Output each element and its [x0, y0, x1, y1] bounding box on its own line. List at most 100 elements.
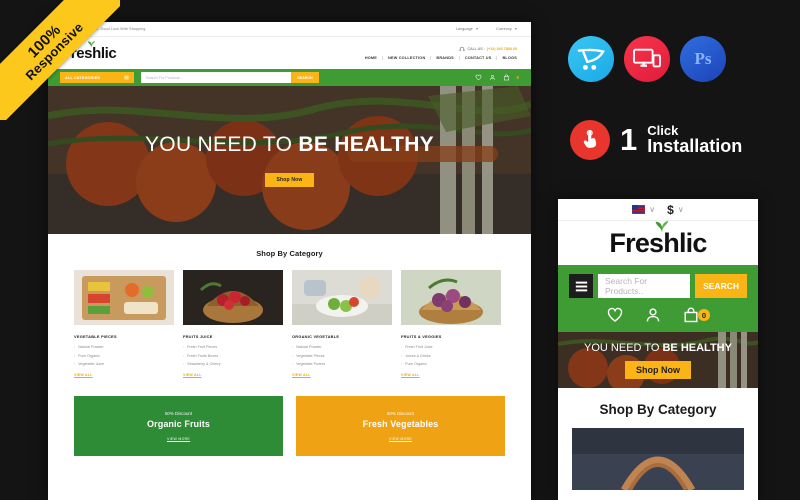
mobile-search-section: Search For Products.. SEARCH 0 [558, 265, 758, 332]
desktop-search-bar: ALL CATEGORIES Search For Products... SE… [48, 69, 531, 86]
mobile-search-button[interactable]: SEARCH [695, 274, 747, 298]
hero-banner: YOU NEED TO BE HEALTHY Shop Now [48, 86, 531, 234]
grid-menu-icon [124, 75, 129, 80]
chevron-right-icon: › [401, 353, 403, 358]
category-list-item[interactable]: › Fresh Fruit Pieces [183, 345, 283, 349]
hero-shop-now-button[interactable]: Shop Now [265, 173, 314, 187]
nav-item-brands[interactable]: BRANDS [431, 56, 460, 60]
view-all-link[interactable]: VIEW ALL [183, 373, 283, 377]
chevron-right-icon: › [74, 353, 76, 358]
user-icon[interactable] [644, 306, 662, 324]
category-item-label: Vegetable Juice [78, 362, 105, 366]
view-all-link[interactable]: VIEW ALL [74, 373, 174, 377]
berry-basket-image [183, 270, 283, 325]
salad-prep-image [292, 270, 392, 325]
hero-title-thin: YOU NEED TO [584, 341, 660, 354]
chevron-right-icon: › [183, 345, 185, 349]
all-categories-label: ALL CATEGORIES [65, 75, 101, 80]
promo-banner-organic-fruits[interactable]: 50% Discount Organic Fruits VIEW MORE [74, 396, 283, 456]
one-click-installation: 1 Click Installation [570, 120, 742, 160]
promo-discount: 60% Discount [386, 411, 415, 416]
nav-item-new-collection[interactable]: NEW COLLECTION [383, 56, 432, 60]
chevron-right-icon: › [292, 345, 294, 349]
category-image[interactable] [183, 270, 283, 325]
category-item-label: Natural Powder [296, 345, 322, 349]
mobile-preview: ∨ $ ∨ Freshlic Search For Products.. SEA… [558, 199, 758, 500]
category-list-item[interactable]: › Juices & Drinks [401, 354, 501, 358]
bag-icon[interactable] [503, 74, 510, 81]
fruit-basket-image [401, 270, 501, 325]
category-list-item[interactable]: › Pure Organic [74, 354, 174, 358]
nav-item-blogs[interactable]: BLOGS [497, 56, 517, 60]
language-selector[interactable]: Language ▾ [456, 27, 478, 31]
responsive-devices-icon [633, 48, 661, 68]
chevron-right-icon: › [183, 362, 185, 366]
nav-item-contact-us[interactable]: CONTACT US [460, 56, 498, 60]
responsive-badge [624, 36, 670, 82]
category-image[interactable] [292, 270, 392, 325]
category-column: FRUITS & VEGGIES › Fresh Fruit Juice › Jui… [401, 270, 501, 377]
category-item-label: Strawberry & Cherry [187, 362, 221, 366]
category-item-label: Juices & Drinks [405, 353, 431, 358]
category-item-label: Vegetable Pieces [296, 353, 325, 358]
mobile-hero-banner: YOU NEED TO BE HEALTHY Shop Now [558, 332, 758, 388]
category-list-item[interactable]: › Vegetable Purees [292, 362, 392, 366]
hero-title: YOU NEED TO BE HEALTHY [145, 133, 434, 157]
feature-badges: Ps [568, 36, 726, 82]
chevron-right-icon: › [292, 353, 294, 358]
mobile-language-selector[interactable]: ∨ [632, 205, 655, 214]
category-list-item[interactable]: › Vegetable Pieces [292, 354, 392, 358]
hero-title: YOU NEED TO BE HEALTHY [584, 342, 732, 354]
category-list-item[interactable]: › Strawberry & Cherry [183, 362, 283, 366]
category-image[interactable] [401, 270, 501, 325]
call-us-label: CALL US : [467, 47, 485, 51]
category-heading: FRUITS JUICE [183, 334, 213, 339]
category-list-item[interactable]: › Fresh Fruits Boxes [183, 354, 283, 358]
view-all-link[interactable]: VIEW ALL [292, 373, 392, 377]
desktop-header-icons: 0 [475, 74, 519, 81]
category-item-label: Fresh Fruit Juice [405, 345, 433, 349]
phone-number[interactable]: (+12) 345 7800 20 [487, 47, 517, 51]
flag-icon [632, 205, 646, 214]
category-list-item[interactable]: › Natural Powder [74, 345, 174, 349]
category-list-item[interactable]: › Natural Powder [292, 345, 392, 349]
mobile-category-image[interactable] [572, 428, 744, 490]
category-column: VEGETABLE PIECES › Natural Powder › Pure O… [74, 270, 174, 377]
promo-discount: 50% Discount [164, 411, 193, 416]
mobile-search-input[interactable]: Search For Products.. [598, 274, 691, 298]
mobile-currency-selector[interactable]: $ ∨ [667, 203, 684, 217]
opencart-badge [568, 36, 614, 82]
currency-selector[interactable]: Currency ▾ [496, 27, 517, 31]
site-logo[interactable]: Freshlic [609, 220, 707, 259]
search-input[interactable]: Search For Products... [141, 72, 291, 83]
category-row: VEGETABLE PIECES › Natural Powder › Pure O… [48, 270, 531, 377]
category-list-item[interactable]: › Fresh Fruit Juice [401, 345, 501, 349]
currency-label: Currency [496, 27, 512, 31]
pointer-hand-icon [583, 129, 597, 148]
site-logo[interactable]: Freshlic [62, 40, 117, 62]
hero-title-bold: BE HEALTHY [298, 133, 434, 156]
view-all-link[interactable]: VIEW ALL [401, 373, 501, 377]
chevron-down-icon: ∨ [677, 205, 684, 214]
category-image[interactable] [74, 270, 174, 325]
hero-shop-now-button[interactable]: Shop Now [625, 360, 691, 379]
user-icon[interactable] [489, 74, 496, 81]
heart-icon[interactable] [475, 74, 482, 81]
desktop-topbar: Welcome To Electhic, Good Luck With Shop… [48, 22, 531, 37]
chevron-right-icon: › [292, 362, 294, 366]
all-categories-dropdown[interactable]: ALL CATEGORIES [60, 72, 134, 83]
search-button[interactable]: SEARCH [291, 72, 319, 83]
one-click-number: 1 [620, 121, 638, 157]
nav-item-home[interactable]: HOME [360, 56, 384, 60]
promo-banner-fresh-vegetables[interactable]: 60% Discount Fresh Vegetables VIEW MORE [296, 396, 505, 456]
heart-icon[interactable] [606, 306, 624, 324]
mobile-logo-area: Freshlic [558, 220, 758, 265]
promo-view-more-link[interactable]: VIEW MORE [167, 437, 190, 441]
chevron-right-icon: › [74, 362, 76, 366]
hamburger-menu-button[interactable] [569, 274, 593, 298]
category-list-item[interactable]: › Vegetable Juice [74, 362, 174, 366]
category-list-item[interactable]: › Pure Organic [401, 362, 501, 366]
category-heading: FRUITS & VEGGIES [401, 334, 442, 339]
chevron-right-icon: › [74, 345, 76, 349]
promo-view-more-link[interactable]: VIEW MORE [389, 437, 412, 441]
